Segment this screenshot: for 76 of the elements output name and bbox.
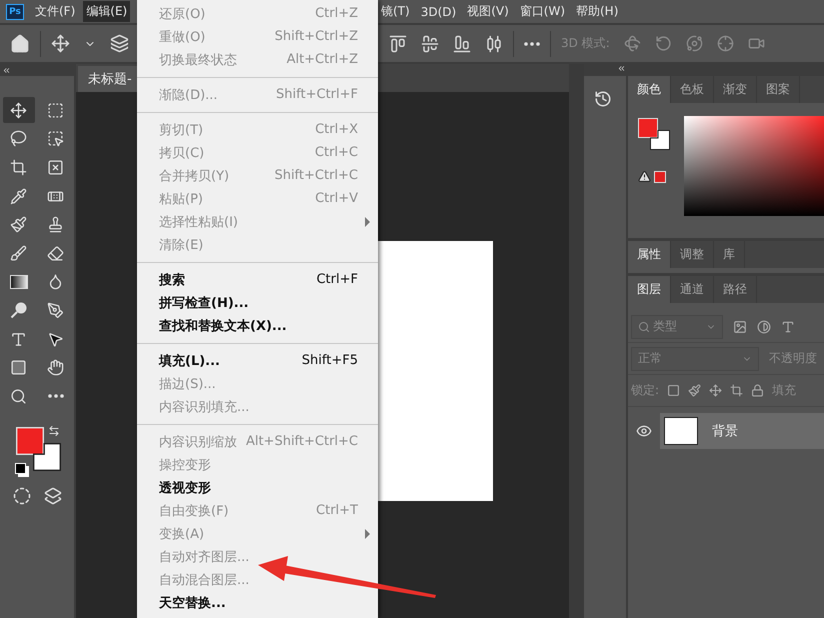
layer-thumbnail <box>664 417 698 445</box>
search-icon <box>638 320 650 332</box>
layer-row[interactable]: 背景 <box>660 413 824 449</box>
panel-tab[interactable]: 属性 <box>628 241 671 268</box>
panel-tab[interactable]: 颜色 <box>628 76 671 103</box>
menu-item[interactable]: 透视变形 <box>137 476 378 499</box>
dashed-square-icon <box>47 102 64 119</box>
lock-label: 锁定: <box>631 382 660 399</box>
opacity-label: 不透明度 <box>769 350 817 367</box>
screen-mode-icon[interactable] <box>44 486 62 505</box>
menu-title[interactable]: 3D(D) <box>418 2 460 20</box>
move-icon <box>10 102 27 119</box>
cursor-icon <box>47 330 64 348</box>
distribute-icon[interactable] <box>485 34 503 52</box>
eraser-icon <box>47 244 64 262</box>
menu-title[interactable]: 窗口(W) <box>516 1 568 22</box>
color-chip[interactable] <box>654 171 666 183</box>
align-top-icon[interactable] <box>389 34 407 52</box>
color-spectrum[interactable] <box>684 116 824 216</box>
type-icon <box>10 330 27 348</box>
eye-icon[interactable] <box>636 423 652 439</box>
menu-title[interactable]: 帮助(H) <box>573 1 622 22</box>
crossed-frame-icon <box>47 158 64 176</box>
pen-icon <box>47 302 64 319</box>
stamp-icon <box>47 216 64 234</box>
pointer-selection-icon <box>47 130 64 148</box>
tool-button[interactable] <box>2 97 34 124</box>
menu-item[interactable]: 搜索 Ctrl+F <box>137 268 378 291</box>
align-bottom-icon[interactable] <box>453 34 471 52</box>
more-icon[interactable] <box>524 42 540 46</box>
hand-icon <box>47 359 64 376</box>
lock-icon[interactable] <box>751 384 764 397</box>
search-icon <box>10 388 27 405</box>
gradient-icon <box>10 274 28 289</box>
menu-title[interactable]: 文件(F) <box>32 1 78 22</box>
align-middle-icon[interactable] <box>421 34 439 52</box>
app-logo[interactable]: Ps <box>6 4 24 20</box>
warning-icon <box>638 170 651 183</box>
droplet-icon <box>47 273 64 290</box>
menu-title[interactable]: 视图(V) <box>464 1 512 22</box>
collapse-icon[interactable] <box>2 66 11 74</box>
rectangle-icon <box>10 359 27 376</box>
fill-label: 填充 <box>772 382 796 399</box>
crop-icon <box>10 158 27 176</box>
move-icon[interactable] <box>709 384 722 397</box>
default-colors-icon[interactable] <box>15 462 26 474</box>
crop-icon[interactable] <box>730 384 744 397</box>
lollipop-icon <box>10 301 28 320</box>
layer-name: 背景 <box>712 423 738 440</box>
panel-tab[interactable]: 图层 <box>628 276 671 303</box>
more-icon[interactable] <box>48 394 64 398</box>
brush-icon[interactable] <box>688 384 702 397</box>
eyedropper-icon <box>10 188 27 205</box>
lasso-icon <box>10 130 27 148</box>
menu-item[interactable]: 天空替换... <box>137 591 378 614</box>
menu-title[interactable]: 镜(T) <box>378 1 413 22</box>
move-icon[interactable] <box>51 34 70 53</box>
brush-icon <box>10 244 27 262</box>
home-icon[interactable] <box>10 34 30 54</box>
brush-icon <box>10 216 27 234</box>
blend-mode-dropdown[interactable]: 正常 <box>631 346 759 370</box>
half-circle-icon[interactable] <box>757 320 771 334</box>
menu-item[interactable]: 填充(L)... Shift+F5 <box>137 349 378 372</box>
quick-mask-icon[interactable] <box>12 486 30 505</box>
type-icon[interactable] <box>781 320 795 334</box>
foreground-color-swatch[interactable] <box>16 426 44 455</box>
menu-item[interactable]: 查找和替换文本(X)... <box>137 314 378 337</box>
image-icon[interactable] <box>733 320 747 334</box>
swap-icon[interactable] <box>48 424 60 437</box>
menu-title[interactable]: 编辑(E) <box>83 1 130 22</box>
foreground-color-swatch[interactable] <box>638 118 658 138</box>
history-icon[interactable] <box>594 90 612 108</box>
filter-dropdown[interactable]: 类型 <box>631 314 723 338</box>
collapse-icon[interactable] <box>617 64 626 73</box>
menu-item[interactable]: 拼写检查(H)... <box>137 291 378 314</box>
layers-icon[interactable] <box>110 34 129 53</box>
